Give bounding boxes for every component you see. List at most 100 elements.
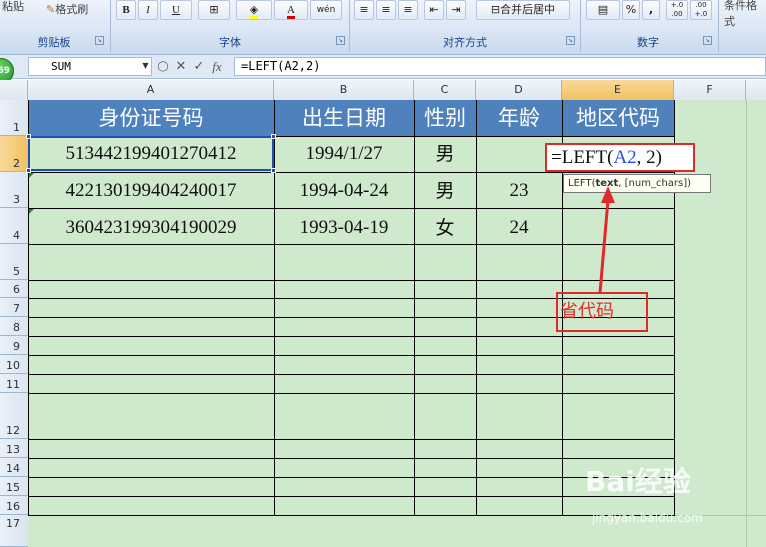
header-cell[interactable]: 出生日期 [274, 100, 414, 136]
row-header[interactable]: 15 [0, 477, 28, 496]
column-header-f[interactable]: F [674, 80, 746, 100]
enter-icon[interactable]: ✓ [191, 58, 207, 76]
row-header[interactable]: 11 [0, 374, 28, 393]
name-box[interactable]: SUM [28, 57, 152, 76]
row-header[interactable]: 12 [0, 393, 28, 439]
function-tooltip[interactable]: LEFT(text, [num_chars]) [563, 174, 711, 193]
borders-button[interactable]: ⊞ [198, 0, 230, 20]
italic-button[interactable]: I [138, 0, 158, 20]
merge-center-button[interactable]: ⊟合并后居中 [476, 0, 570, 20]
decrease-decimal-button[interactable]: .00 +.0 [690, 0, 712, 20]
column-header-a[interactable]: A [28, 80, 274, 100]
borders-icon: ⊞ [209, 3, 219, 16]
percent-button[interactable]: % [622, 0, 640, 20]
row-header[interactable]: 16 [0, 496, 28, 515]
number-launcher-icon[interactable]: ↘ [703, 36, 712, 45]
id-number-cell[interactable]: 360423199304190029 [28, 208, 274, 244]
table-border [28, 515, 675, 516]
font-group-label: 字体 [219, 36, 241, 49]
number-group-label: 数字 [637, 36, 659, 49]
table-border [28, 496, 675, 497]
formula-input[interactable]: =LEFT(A2,2) [234, 57, 766, 76]
tooltip-rest: , [num_chars]) [618, 178, 692, 189]
bold-button[interactable]: B [116, 0, 136, 20]
gender-cell[interactable]: 男 [414, 172, 476, 208]
increase-decimal-button[interactable]: +.0 .00 [666, 0, 688, 20]
birth-date-cell[interactable]: 1994/1/27 [274, 136, 414, 172]
ribbon: 粘贴 ✎格式刷 剪贴板 ↘ B I U ⊞ ◈ A wén 字体 ↘ ≡ ≡ ≡… [0, 0, 766, 55]
tooltip-arg-text[interactable]: text [595, 178, 618, 189]
column-header-g[interactable] [746, 80, 766, 100]
font-launcher-icon[interactable]: ↘ [336, 36, 345, 45]
formula-bar-handle-icon[interactable]: ◯ [155, 58, 171, 76]
row-header[interactable]: 10 [0, 355, 28, 374]
gender-cell[interactable]: 女 [414, 208, 476, 244]
comma-button[interactable]: , [642, 0, 660, 20]
fill-color-button[interactable]: ◈ [236, 0, 272, 20]
paste-button[interactable]: 粘贴 [2, 0, 24, 14]
increase-indent-button[interactable]: ⇥ [446, 0, 466, 20]
cancel-icon[interactable]: ✕ [173, 58, 189, 76]
column-header-c[interactable]: C [414, 80, 476, 100]
active-cell-e2[interactable]: =LEFT(A2, 2) [545, 143, 695, 172]
row-header[interactable]: 7 [0, 298, 28, 317]
header-cell[interactable]: 地区代码 [562, 100, 674, 136]
annotation-label: 省代码 [560, 301, 614, 322]
gender-cell[interactable]: 男 [414, 136, 476, 172]
select-all-corner[interactable] [0, 80, 28, 100]
decrease-indent-button[interactable]: ⇤ [424, 0, 444, 20]
row-header[interactable]: 13 [0, 439, 28, 458]
formula-bar: SUM ▼ ◯ ✕ ✓ fx =LEFT(A2,2) [0, 55, 766, 79]
phonetic-button[interactable]: wén [310, 0, 342, 20]
align-left-button[interactable]: ≡ [354, 0, 374, 20]
row-header[interactable]: 8 [0, 317, 28, 336]
accounting-format-button[interactable]: ▤ [586, 0, 620, 20]
age-cell[interactable]: 24 [476, 208, 562, 244]
insert-function-icon[interactable]: fx [209, 58, 225, 76]
resize-handle[interactable] [271, 134, 276, 139]
baidu-watermark-logo: Bai经验 [585, 465, 691, 498]
row-header[interactable]: 6 [0, 280, 28, 298]
id-number-cell[interactable]: 422130199404240017 [28, 172, 274, 208]
clipboard-launcher-icon[interactable]: ↘ [95, 36, 104, 45]
row-header[interactable]: 3 [0, 172, 28, 208]
row-header[interactable]: 17 [0, 515, 28, 547]
alignment-launcher-icon[interactable]: ↘ [566, 36, 575, 45]
age-cell[interactable]: 23 [476, 172, 562, 208]
currency-icon: ▤ [597, 3, 609, 16]
column-header-d[interactable]: D [476, 80, 562, 100]
error-indicator-icon[interactable] [29, 209, 34, 214]
header-cell[interactable]: 身份证号码 [28, 100, 274, 136]
column-headers: A B C D E F [0, 80, 766, 100]
header-cell[interactable]: 年龄 [476, 100, 562, 136]
chevron-down-icon[interactable]: ▼ [140, 57, 151, 74]
row-header[interactable]: 4 [0, 208, 28, 244]
row-header[interactable]: 2 [0, 136, 28, 172]
merge-icon: ⊟ [490, 3, 501, 16]
formula-suffix: , 2) [636, 147, 662, 168]
align-center-button[interactable]: ≡ [376, 0, 396, 20]
error-indicator-icon[interactable] [29, 173, 34, 178]
font-color-button[interactable]: A [274, 0, 308, 20]
row-header[interactable]: 1 [0, 100, 28, 136]
resize-handle[interactable] [26, 134, 31, 139]
row-header[interactable]: 9 [0, 336, 28, 355]
header-cell[interactable]: 性别 [414, 100, 476, 136]
row-header[interactable]: 14 [0, 458, 28, 477]
table-border [28, 393, 675, 394]
conditional-format-button[interactable]: 条件格式 [724, 0, 766, 29]
format-painter-button[interactable]: ✎格式刷 [46, 1, 88, 17]
table-border [28, 374, 675, 375]
table-border [28, 355, 675, 356]
formula-reference[interactable]: A2 [613, 147, 636, 168]
row-header[interactable]: 5 [0, 244, 28, 280]
resize-handle[interactable] [26, 168, 31, 173]
resize-handle[interactable] [271, 168, 276, 173]
format-painter-label: 格式刷 [55, 3, 89, 16]
column-header-b[interactable]: B [274, 80, 414, 100]
column-header-e[interactable]: E [562, 80, 674, 100]
birth-date-cell[interactable]: 1993-04-19 [274, 208, 414, 244]
birth-date-cell[interactable]: 1994-04-24 [274, 172, 414, 208]
underline-button[interactable]: U [160, 0, 192, 20]
align-right-button[interactable]: ≡ [398, 0, 418, 20]
